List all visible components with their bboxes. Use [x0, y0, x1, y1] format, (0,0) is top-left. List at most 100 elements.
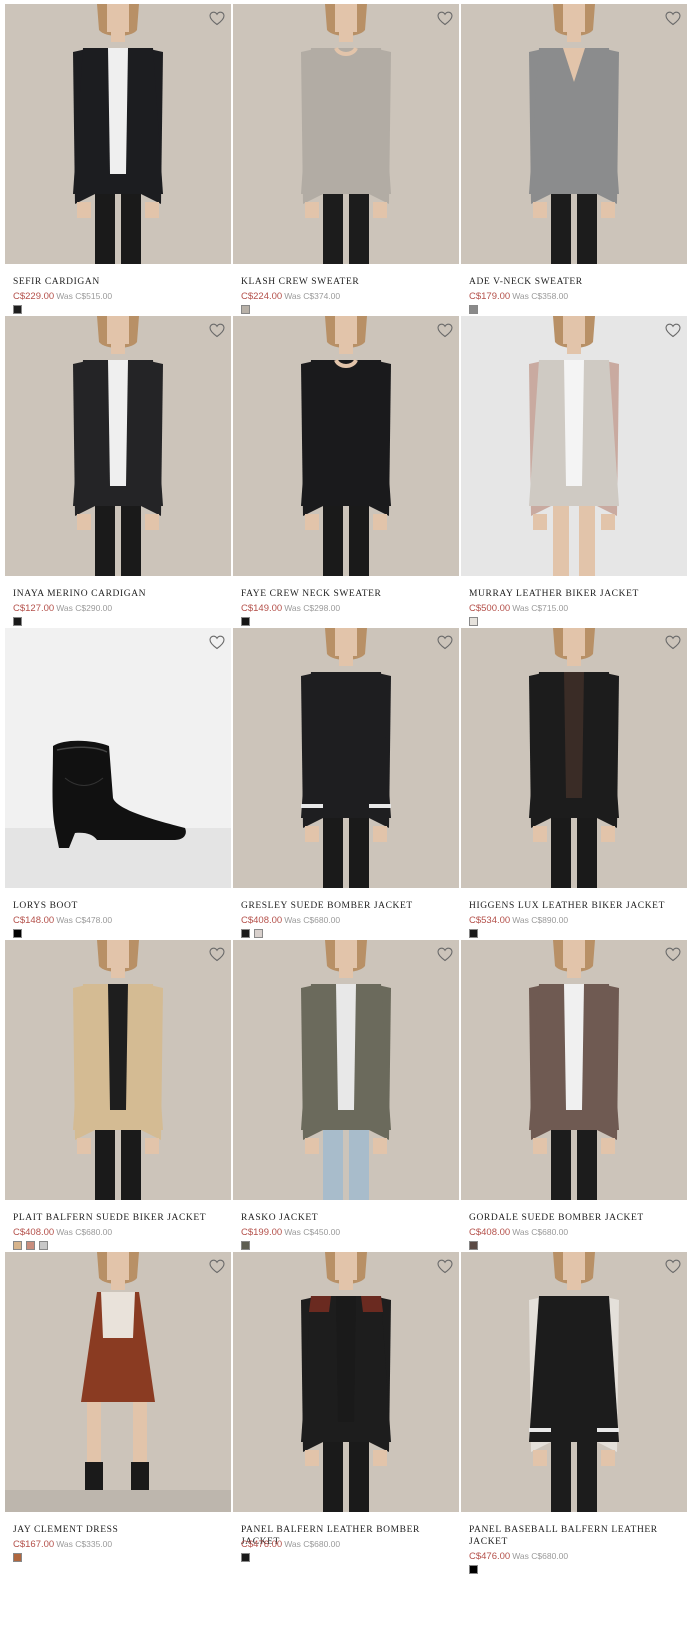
- product-image[interactable]: [233, 1252, 459, 1512]
- color-swatch[interactable]: [26, 1241, 35, 1250]
- sale-price: C$149.00: [241, 603, 283, 614]
- original-price: Was C$374.00: [284, 291, 341, 301]
- heart-outline-icon[interactable]: [209, 1259, 225, 1274]
- product-card[interactable]: KLASH CREW SWEATER C$224.00 Was C$374.00: [233, 4, 459, 329]
- product-image[interactable]: [5, 628, 231, 888]
- product-card[interactable]: FAYE CREW NECK SWEATER C$149.00 Was C$298.…: [233, 316, 459, 641]
- product-name[interactable]: RASKO JACKET: [241, 1212, 455, 1224]
- product-name[interactable]: ADE V-NECK SWEATER: [469, 276, 683, 288]
- color-swatches: [469, 305, 478, 314]
- product-card[interactable]: GRESLEY SUEDE BOMBER JACKET C$408.00 Was C…: [233, 628, 459, 953]
- color-swatch[interactable]: [13, 305, 22, 314]
- color-swatch[interactable]: [241, 617, 250, 626]
- original-price: Was C$515.00: [56, 291, 113, 301]
- heart-outline-icon[interactable]: [209, 11, 225, 26]
- product-image[interactable]: [5, 4, 231, 264]
- product-card[interactable]: MURRAY LEATHER BIKER JACKET C$500.00 Was C…: [461, 316, 687, 641]
- product-image[interactable]: [233, 628, 459, 888]
- product-image[interactable]: [5, 1252, 231, 1512]
- product-name[interactable]: MURRAY LEATHER BIKER JACKET: [469, 588, 683, 600]
- color-swatches: [469, 1565, 478, 1574]
- heart-outline-icon[interactable]: [437, 323, 453, 338]
- product-image[interactable]: [461, 628, 687, 888]
- heart-outline-icon[interactable]: [437, 11, 453, 26]
- color-swatch[interactable]: [241, 305, 250, 314]
- price-row: C$500.00 Was C$715.00: [469, 602, 568, 615]
- heart-outline-icon[interactable]: [665, 323, 681, 338]
- heart-outline-icon[interactable]: [437, 1259, 453, 1274]
- heart-outline-icon[interactable]: [665, 947, 681, 962]
- product-image[interactable]: [233, 4, 459, 264]
- heart-outline-icon[interactable]: [437, 635, 453, 650]
- product-name[interactable]: KLASH CREW SWEATER: [241, 276, 455, 288]
- heart-outline-icon[interactable]: [665, 1259, 681, 1274]
- product-name[interactable]: GRESLEY SUEDE BOMBER JACKET: [241, 900, 455, 912]
- product-name[interactable]: SEFIR CARDIGAN: [13, 276, 227, 288]
- product-card[interactable]: PLAIT BALFERN SUEDE BIKER JACKET C$408.00…: [5, 940, 231, 1265]
- price-row: C$476.00 Was C$680.00: [241, 1538, 340, 1551]
- product-card[interactable]: PANEL BALFERN LEATHER BOMBER JACKET C$476…: [233, 1252, 459, 1577]
- original-price: Was C$680.00: [56, 1227, 113, 1237]
- heart-outline-icon[interactable]: [209, 635, 225, 650]
- product-card[interactable]: INAYA MERINO CARDIGAN C$127.00 Was C$290.0…: [5, 316, 231, 641]
- color-swatch[interactable]: [13, 1241, 22, 1250]
- product-image[interactable]: [5, 940, 231, 1200]
- product-name[interactable]: HIGGENS LUX LEATHER BIKER JACKET: [469, 900, 683, 912]
- product-image[interactable]: [461, 316, 687, 576]
- product-name[interactable]: GORDALE SUEDE BOMBER JACKET: [469, 1212, 683, 1224]
- product-image[interactable]: [461, 940, 687, 1200]
- color-swatch[interactable]: [469, 617, 478, 626]
- product-image[interactable]: [461, 1252, 687, 1512]
- color-swatch[interactable]: [241, 929, 250, 938]
- sale-price: C$500.00: [469, 603, 511, 614]
- product-image[interactable]: [233, 316, 459, 576]
- heart-outline-icon[interactable]: [665, 11, 681, 26]
- product-name[interactable]: LORYS BOOT: [13, 900, 227, 912]
- color-swatches: [469, 1241, 478, 1250]
- color-swatch[interactable]: [13, 617, 22, 626]
- product-image[interactable]: [5, 316, 231, 576]
- heart-outline-icon[interactable]: [665, 635, 681, 650]
- color-swatch[interactable]: [469, 1241, 478, 1250]
- product-card[interactable]: ADE V-NECK SWEATER C$179.00 Was C$358.00: [461, 4, 687, 329]
- color-swatch[interactable]: [13, 1553, 22, 1562]
- heart-outline-icon[interactable]: [437, 947, 453, 962]
- product-name[interactable]: PLAIT BALFERN SUEDE BIKER JACKET: [13, 1212, 227, 1224]
- color-swatch[interactable]: [469, 929, 478, 938]
- product-name[interactable]: JAY CLEMENT DRESS: [13, 1524, 227, 1536]
- color-swatch[interactable]: [469, 1565, 478, 1574]
- product-image[interactable]: [461, 4, 687, 264]
- color-swatch[interactable]: [254, 929, 263, 938]
- original-price: Was C$680.00: [284, 915, 341, 925]
- color-swatch[interactable]: [13, 929, 22, 938]
- product-name[interactable]: PANEL BASEBALL BALFERN LEATHER JACKET: [469, 1524, 683, 1548]
- product-card[interactable]: HIGGENS LUX LEATHER BIKER JACKET C$534.00…: [461, 628, 687, 953]
- product-card[interactable]: LORYS BOOT C$148.00 Was C$478.00: [5, 628, 231, 953]
- heart-outline-icon[interactable]: [209, 323, 225, 338]
- price-row: C$199.00 Was C$450.00: [241, 1226, 340, 1239]
- color-swatch[interactable]: [39, 1241, 48, 1250]
- price-row: C$408.00 Was C$680.00: [469, 1226, 568, 1239]
- color-swatches: [13, 617, 22, 626]
- product-card[interactable]: SEFIR CARDIGAN C$229.00 Was C$515.00: [5, 4, 231, 329]
- sale-price: C$127.00: [13, 603, 55, 614]
- color-swatch[interactable]: [241, 1241, 250, 1250]
- original-price: Was C$890.00: [512, 915, 569, 925]
- price-row: C$476.00 Was C$680.00: [469, 1550, 568, 1563]
- original-price: Was C$715.00: [512, 603, 569, 613]
- color-swatch[interactable]: [241, 1553, 250, 1562]
- color-swatch[interactable]: [469, 305, 478, 314]
- product-card[interactable]: PANEL BASEBALL BALFERN LEATHER JACKET C$4…: [461, 1252, 687, 1577]
- color-swatches: [469, 929, 478, 938]
- product-card[interactable]: RASKO JACKET C$199.00 Was C$450.00: [233, 940, 459, 1265]
- product-image[interactable]: [233, 940, 459, 1200]
- product-card[interactable]: GORDALE SUEDE BOMBER JACKET C$408.00 Was C…: [461, 940, 687, 1265]
- color-swatches: [241, 1553, 250, 1562]
- product-name[interactable]: FAYE CREW NECK SWEATER: [241, 588, 455, 600]
- product-card[interactable]: JAY CLEMENT DRESS C$167.00 Was C$335.00: [5, 1252, 231, 1577]
- price-row: C$408.00 Was C$680.00: [241, 914, 340, 927]
- heart-outline-icon[interactable]: [209, 947, 225, 962]
- product-name[interactable]: INAYA MERINO CARDIGAN: [13, 588, 227, 600]
- sale-price: C$199.00: [241, 1227, 283, 1238]
- product-grid: SEFIR CARDIGAN C$229.00 Was C$515.00 KLASH …: [0, 0, 700, 1639]
